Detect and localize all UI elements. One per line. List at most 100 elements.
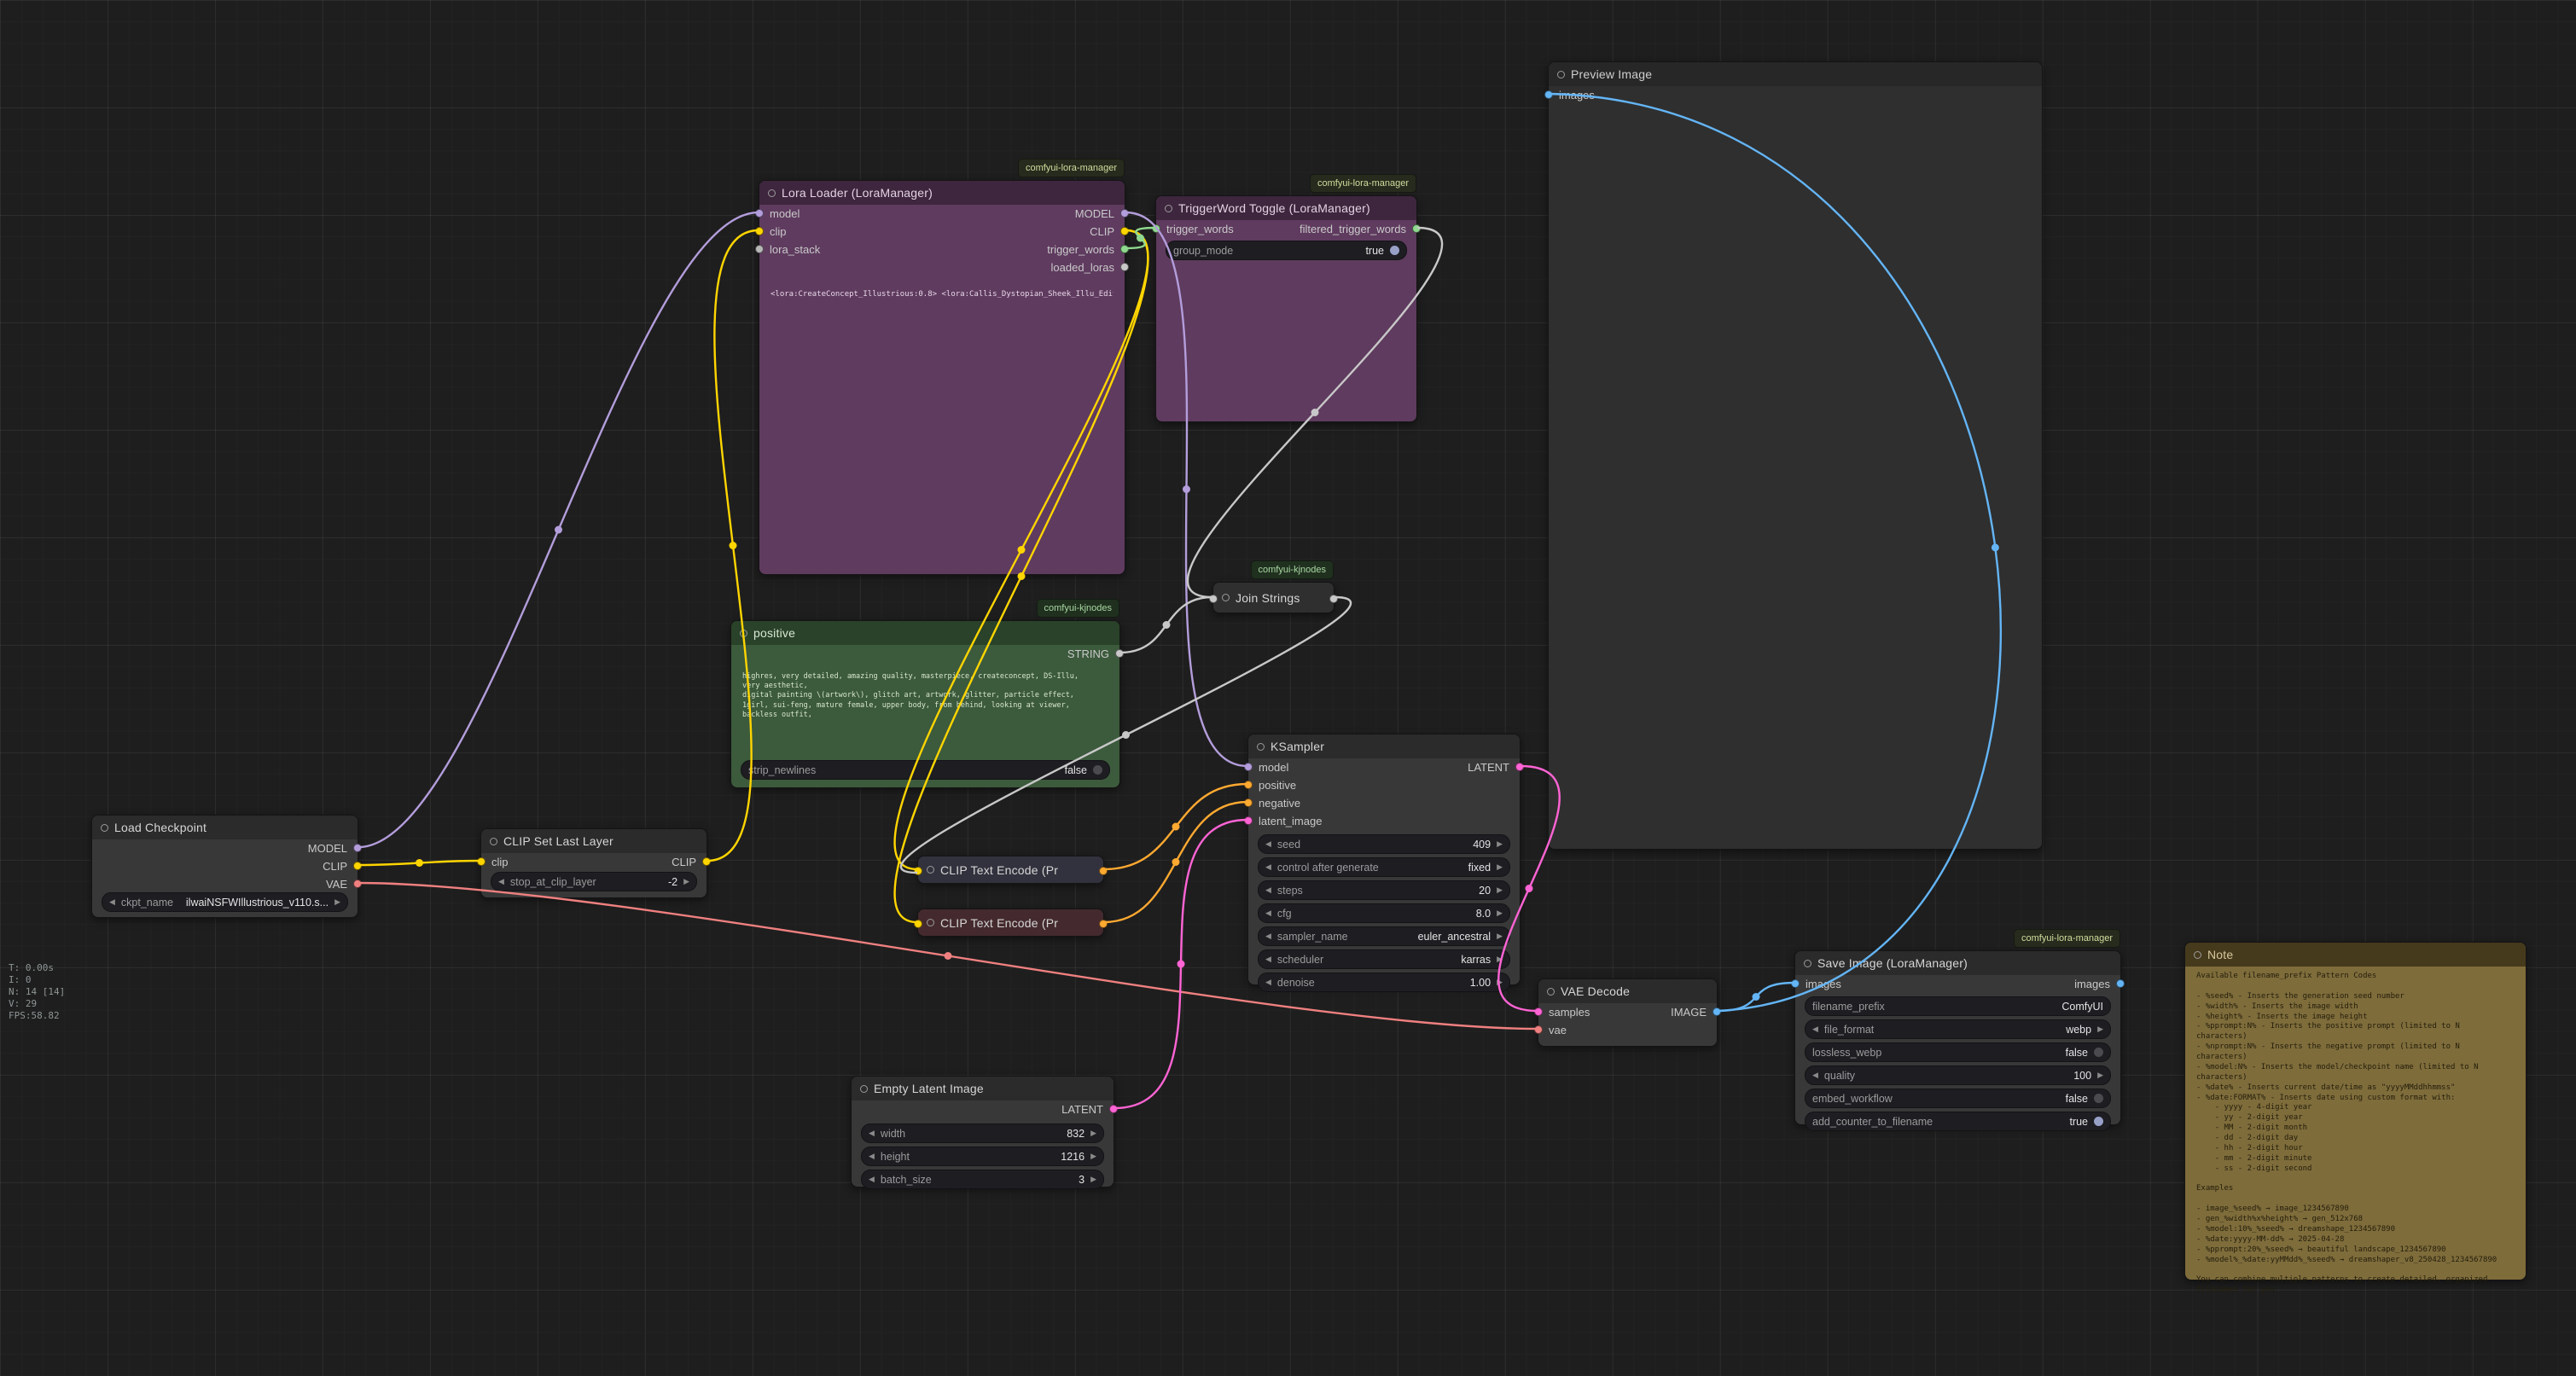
collapse-toggle-icon[interactable]	[927, 919, 934, 926]
widget-prev-arrow-icon[interactable]: ◀	[1265, 909, 1271, 918]
graph-canvas[interactable]: Load CheckpointMODELCLIPVAE◀ckpt_nameilw…	[0, 0, 2576, 1376]
node-ksampler[interactable]: KSamplermodelpositivenegativelatent_imag…	[1247, 734, 1521, 985]
collapse-toggle-icon[interactable]	[1222, 594, 1230, 601]
widget-next-arrow-icon[interactable]: ▶	[1497, 885, 1503, 895]
node-header[interactable]: KSampler	[1248, 734, 1520, 758]
widget-prev-arrow-icon[interactable]: ◀	[1812, 1071, 1818, 1080]
port-dot[interactable]	[1515, 763, 1524, 771]
node-header[interactable]: TriggerWord Toggle (LoraManager)	[1156, 196, 1416, 220]
widget-prev-arrow-icon[interactable]: ◀	[498, 877, 504, 886]
widget-value[interactable]: ComfyUI	[2061, 1001, 2103, 1013]
node-header[interactable]: Load Checkpoint	[92, 816, 358, 839]
node-header[interactable]: Lora Loader (LoraManager)	[759, 181, 1125, 205]
node-header[interactable]: Preview Image	[1549, 62, 2042, 86]
widget-value[interactable]: ilwaiNSFWIllustrious_v110.s...	[186, 897, 329, 909]
note-text[interactable]: Available filename_prefix Pattern Codes …	[2196, 972, 2515, 1296]
port-dot[interactable]	[1115, 649, 1124, 658]
node-header[interactable]: VAE Decode	[1538, 979, 1717, 1003]
port-dot[interactable]	[1534, 1007, 1543, 1016]
widget-control-after-generate[interactable]: ◀control after generatefixed▶	[1258, 857, 1510, 877]
widget-denoise[interactable]: ◀denoise1.00▶	[1258, 972, 1510, 992]
port-dot[interactable]	[1244, 816, 1253, 825]
widget-file-format[interactable]: ◀file_formatwebp▶	[1805, 1019, 2111, 1039]
widget-prev-arrow-icon[interactable]: ◀	[1265, 839, 1271, 849]
widget-value[interactable]: 3	[1079, 1174, 1084, 1186]
widget-next-arrow-icon[interactable]: ▶	[334, 897, 340, 907]
widget-stop-at-clip-layer[interactable]: ◀stop_at_clip_layer-2▶	[491, 872, 697, 891]
widget-next-arrow-icon[interactable]: ▶	[2097, 1025, 2103, 1034]
widget-prev-arrow-icon[interactable]: ◀	[869, 1152, 875, 1161]
widget-value[interactable]: 8.0	[1476, 908, 1491, 920]
toggle-indicator[interactable]	[1390, 246, 1399, 255]
collapse-toggle-icon[interactable]	[927, 866, 934, 874]
widget-value[interactable]: 409	[1473, 839, 1491, 851]
widget-value[interactable]: true	[1365, 245, 1384, 257]
widget-value[interactable]: false	[2066, 1093, 2088, 1105]
widget-next-arrow-icon[interactable]: ▶	[1090, 1152, 1096, 1161]
widget-embed-workflow[interactable]: embed_workflowfalse	[1805, 1089, 2111, 1108]
widget-next-arrow-icon[interactable]: ▶	[1497, 932, 1503, 941]
widget-value[interactable]: euler_ancestral	[1418, 931, 1491, 943]
port-dot[interactable]	[353, 862, 362, 870]
port-dot[interactable]	[2116, 979, 2125, 988]
port-dot[interactable]	[1244, 763, 1253, 771]
widget-value[interactable]: -2	[668, 876, 677, 888]
widget-value[interactable]: 1.00	[1470, 977, 1491, 989]
port-dot[interactable]	[1534, 1025, 1543, 1034]
collapse-toggle-icon[interactable]	[1257, 743, 1265, 751]
port-dot[interactable]	[1712, 1007, 1721, 1016]
widget-sampler-name[interactable]: ◀sampler_nameeuler_ancestral▶	[1258, 926, 1510, 946]
widget-next-arrow-icon[interactable]: ▶	[1497, 862, 1503, 872]
port-dot[interactable]	[1099, 867, 1108, 875]
widget-value[interactable]: true	[2069, 1116, 2088, 1128]
node-load-checkpoint[interactable]: Load CheckpointMODELCLIPVAE◀ckpt_nameilw…	[91, 815, 358, 918]
port-dot[interactable]	[755, 209, 764, 218]
positive-prompt-text[interactable]: highres, very detailed, amazing quality,…	[742, 672, 1108, 720]
widget-value[interactable]: 20	[1479, 885, 1491, 897]
lora-loader-text[interactable]: <lora:CreateConcept_Illustrious:0.8> <lo…	[770, 290, 1114, 300]
port-dot[interactable]	[702, 857, 711, 866]
port-dot[interactable]	[1120, 209, 1129, 218]
node-clip-text-encode-positive[interactable]: CLIP Text Encode (Pr	[917, 856, 1104, 884]
port-dot[interactable]	[914, 920, 922, 928]
widget-prev-arrow-icon[interactable]: ◀	[1812, 1025, 1818, 1034]
widget-prev-arrow-icon[interactable]: ◀	[1265, 885, 1271, 895]
node-header[interactable]: positive	[731, 621, 1119, 645]
port-dot[interactable]	[1791, 979, 1800, 988]
collapse-toggle-icon[interactable]	[860, 1085, 868, 1093]
node-positive-prompt[interactable]: comfyui-kjnodespositiveSTRINGhighres, ve…	[730, 620, 1120, 788]
widget-quality[interactable]: ◀quality100▶	[1805, 1065, 2111, 1085]
widget-lossless-webp[interactable]: lossless_webpfalse	[1805, 1042, 2111, 1062]
port-dot[interactable]	[1244, 798, 1253, 807]
port-dot[interactable]	[477, 857, 486, 866]
node-save-image[interactable]: comfyui-lora-managerSave Image (LoraMana…	[1794, 950, 2121, 1125]
widget-prev-arrow-icon[interactable]: ◀	[109, 897, 115, 907]
port-dot[interactable]	[1120, 263, 1129, 271]
node-header[interactable]: Join Strings	[1213, 583, 1334, 613]
collapse-toggle-icon[interactable]	[1165, 205, 1172, 212]
port-dot[interactable]	[914, 867, 922, 875]
port-dot[interactable]	[755, 227, 764, 235]
port-dot[interactable]	[353, 880, 362, 888]
node-header[interactable]: CLIP Text Encode (Pr	[918, 856, 1103, 883]
widget-height[interactable]: ◀height1216▶	[861, 1147, 1104, 1166]
widget-value[interactable]: fixed	[1468, 862, 1491, 874]
port-dot[interactable]	[1244, 781, 1253, 789]
toggle-indicator[interactable]	[2094, 1117, 2103, 1126]
widget-ckpt-name[interactable]: ◀ckpt_nameilwaiNSFWIllustrious_v110.s...…	[102, 892, 348, 912]
toggle-indicator[interactable]	[1093, 765, 1102, 775]
widget-next-arrow-icon[interactable]: ▶	[1497, 978, 1503, 987]
widget-add-counter-to-filename[interactable]: add_counter_to_filenametrue	[1805, 1112, 2111, 1131]
node-lora-loader[interactable]: comfyui-lora-managerLora Loader (LoraMan…	[759, 180, 1125, 575]
node-header[interactable]: CLIP Text Encode (Pr	[918, 909, 1103, 936]
port-dot[interactable]	[1544, 90, 1553, 99]
widget-prev-arrow-icon[interactable]: ◀	[1265, 955, 1271, 964]
port-dot[interactable]	[755, 245, 764, 253]
node-preview-image[interactable]: Preview Imageimages	[1548, 61, 2043, 850]
widget-value[interactable]: false	[2066, 1047, 2088, 1059]
node-header[interactable]: Note	[2185, 943, 2526, 967]
widget-next-arrow-icon[interactable]: ▶	[1497, 839, 1503, 849]
widget-value[interactable]: karras	[1461, 954, 1491, 966]
node-join-strings[interactable]: comfyui-kjnodesJoin Strings	[1212, 582, 1335, 613]
widget-seed[interactable]: ◀seed409▶	[1258, 834, 1510, 854]
